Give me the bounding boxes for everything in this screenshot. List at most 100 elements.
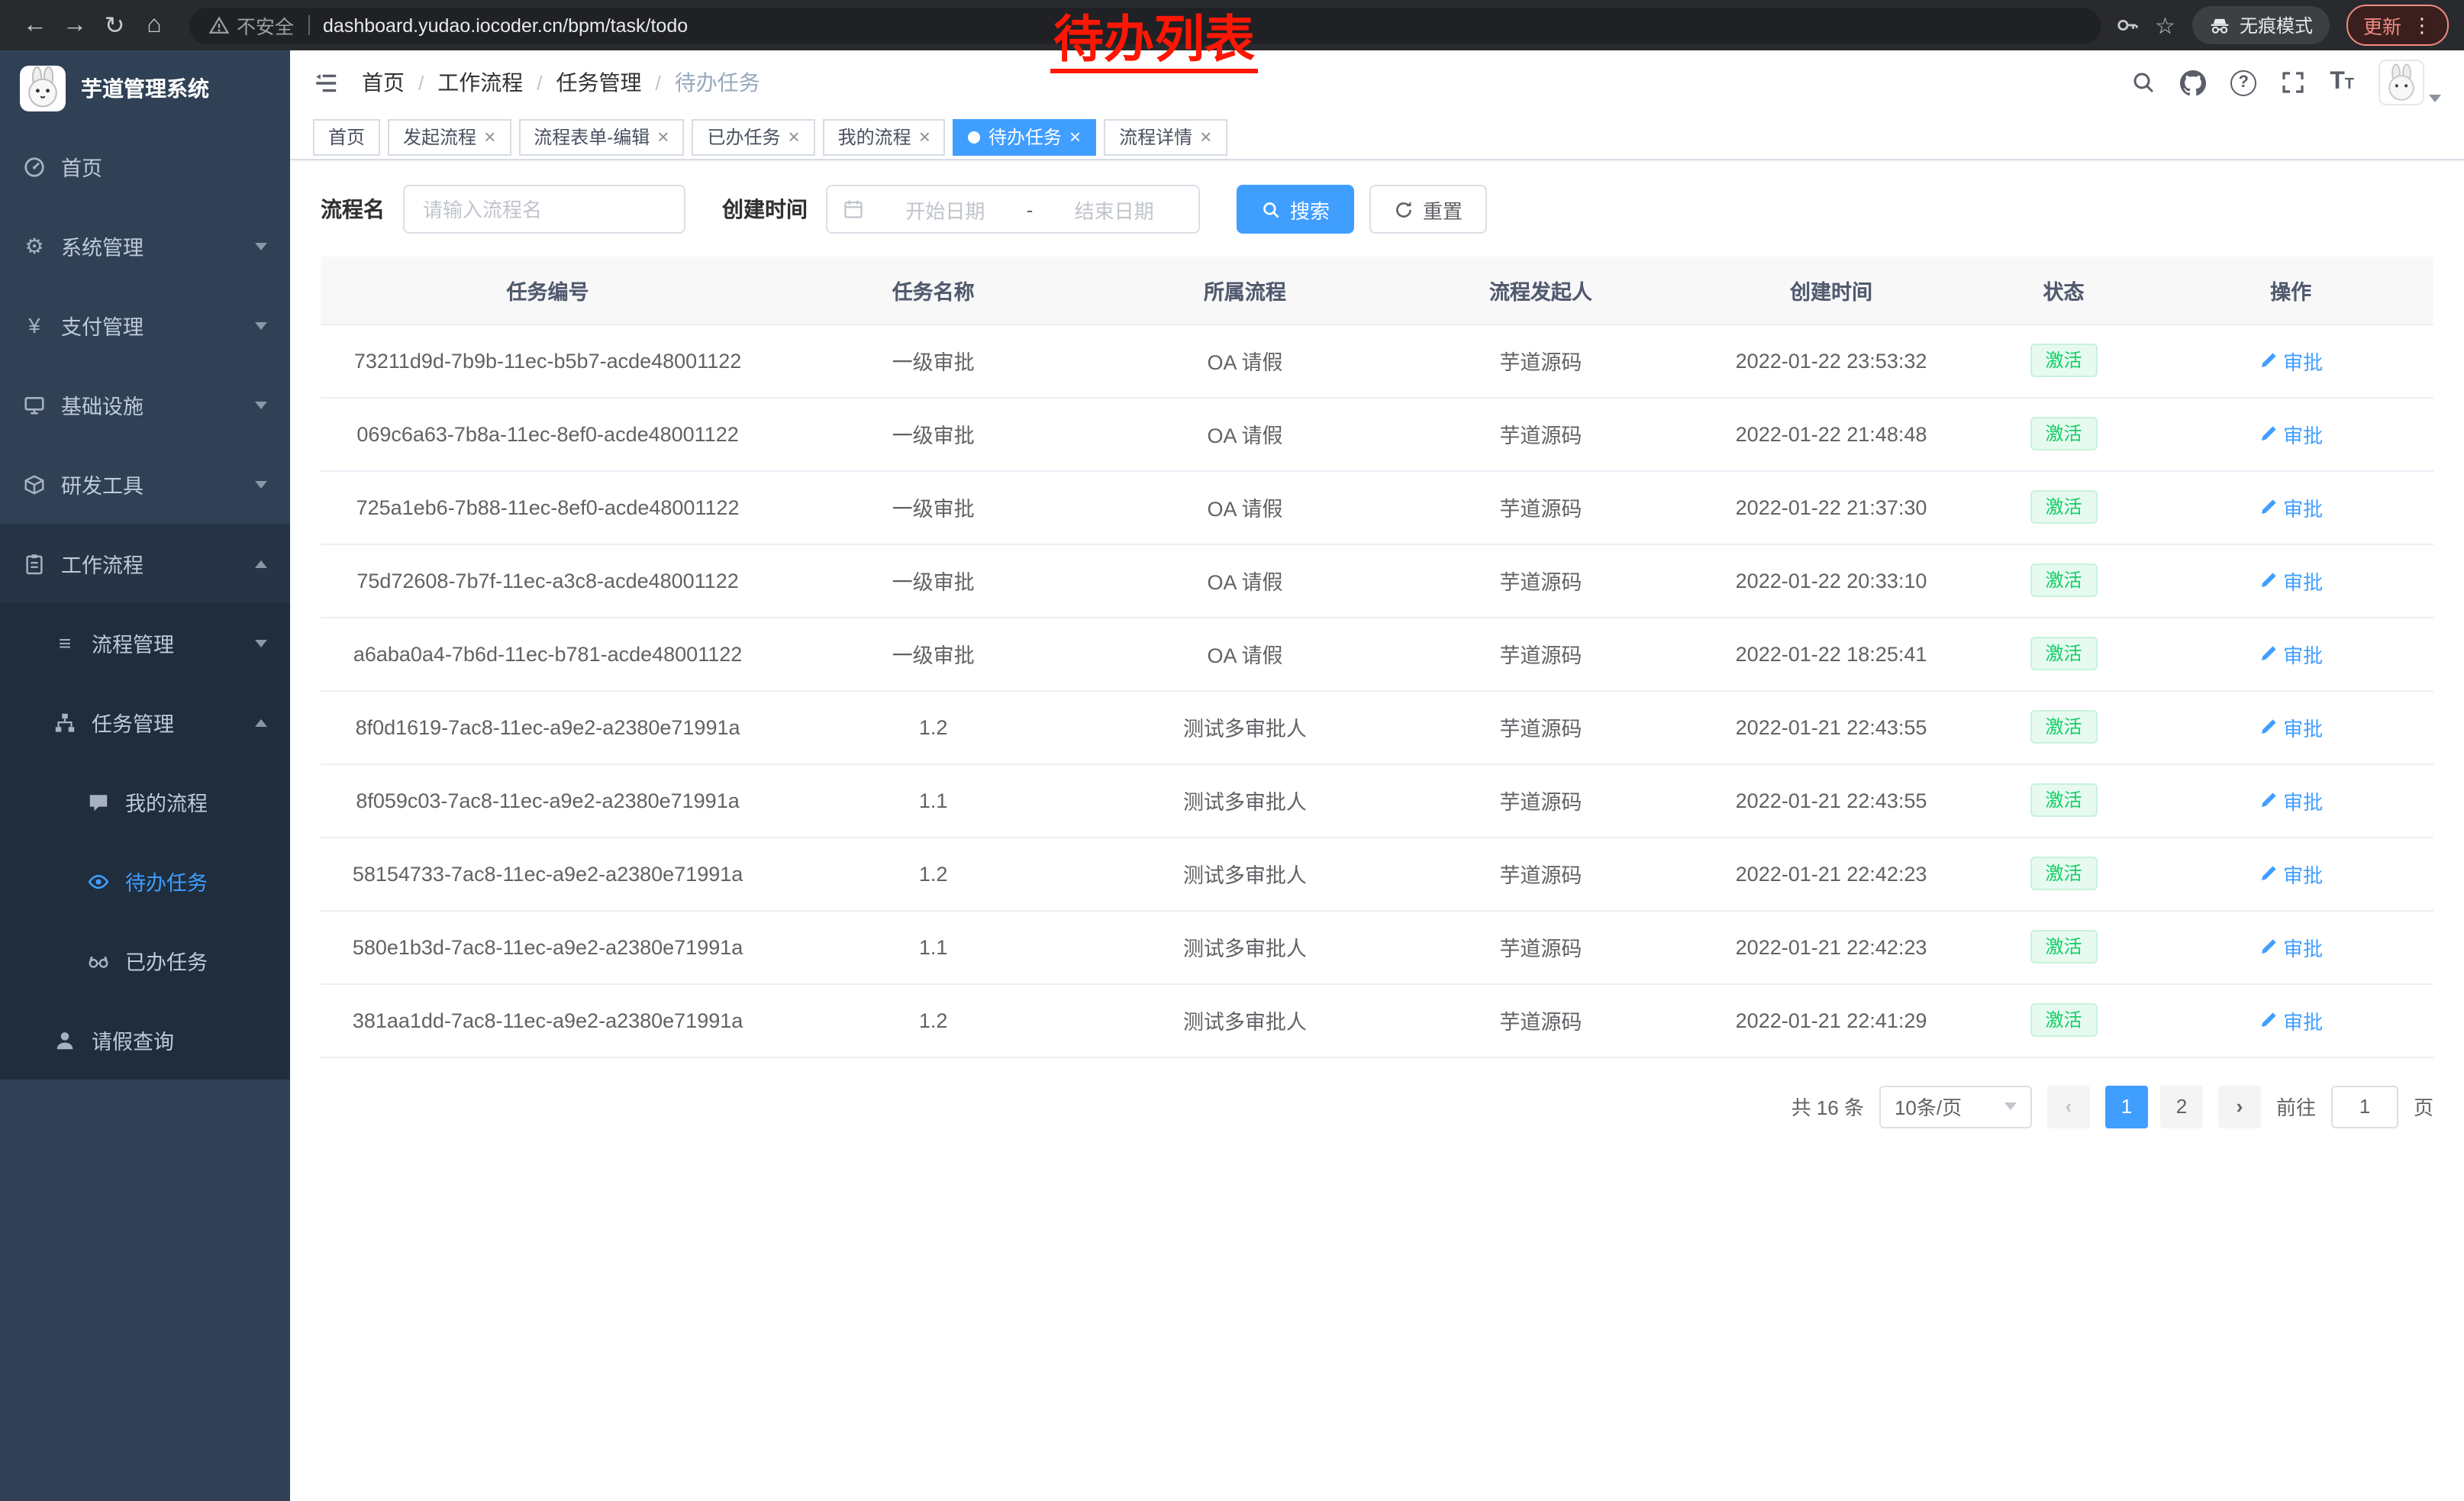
tab-close-icon[interactable]: ×: [657, 127, 669, 147]
sidebar-item-process-management[interactable]: ≡ 流程管理: [0, 603, 290, 683]
page: ← → ↻ ⌂ 不安全 dashboard.yudao.iocoder.cn/b…: [0, 0, 2464, 1501]
cell-created: 2022-01-22 21:37:30: [1683, 470, 1979, 544]
password-key-icon[interactable]: [2115, 14, 2138, 37]
process-name-input[interactable]: [403, 185, 685, 234]
tab-close-icon[interactable]: ×: [484, 127, 495, 147]
update-button[interactable]: 更新 ⋮: [2346, 5, 2449, 46]
breadcrumb-workflow[interactable]: 工作流程: [437, 67, 523, 98]
tab[interactable]: 我的流程×: [823, 118, 946, 155]
search-button[interactable]: 搜索: [1237, 185, 1354, 234]
cell-task-name: 一级审批: [775, 397, 1092, 470]
security-label: 不安全: [237, 11, 294, 40]
tab-label: 待办任务: [989, 124, 1062, 150]
sidebar-item-task-management[interactable]: 任务管理: [0, 683, 290, 762]
gear-icon: ⚙: [21, 233, 47, 259]
browser-reload-icon[interactable]: ↻: [95, 5, 134, 45]
approve-link[interactable]: 审批: [2259, 419, 2323, 448]
incognito-icon: [2209, 15, 2230, 36]
cell-created: 2022-01-22 23:53:32: [1683, 324, 1979, 397]
sidebar-item-home[interactable]: 首页: [0, 127, 290, 206]
approve-link[interactable]: 审批: [2259, 639, 2323, 668]
tab[interactable]: 首页: [313, 118, 380, 155]
sidebar-item-todo-tasks[interactable]: 待办任务: [0, 841, 290, 921]
tab-close-icon[interactable]: ×: [919, 127, 930, 147]
yen-icon: ¥: [21, 313, 47, 337]
sidebar-item-my-processes[interactable]: 我的流程: [0, 762, 290, 841]
tab-close-icon[interactable]: ×: [1200, 127, 1211, 147]
goto-page-input[interactable]: [2331, 1085, 2398, 1128]
font-size-icon[interactable]: TT: [2330, 70, 2354, 95]
tab-label: 流程表单-编辑: [534, 124, 650, 150]
user-menu[interactable]: [2379, 60, 2441, 105]
security-chip[interactable]: 不安全: [209, 11, 294, 40]
search-icon[interactable]: [2131, 70, 2156, 95]
cell-created: 2022-01-21 22:42:23: [1683, 837, 1979, 910]
next-page-button[interactable]: ›: [2218, 1085, 2261, 1128]
browser-back-icon[interactable]: ←: [15, 5, 55, 45]
cell-initiator: 芋道源码: [1398, 983, 1684, 1057]
approve-link[interactable]: 审批: [2259, 1006, 2323, 1035]
sidebar-item-payment-management[interactable]: ¥ 支付管理: [0, 286, 290, 365]
status-badge: 激活: [2030, 710, 2097, 744]
breadcrumb-home[interactable]: 首页: [362, 67, 405, 98]
sidebar-item-system-management[interactable]: ⚙ 系统管理: [0, 206, 290, 286]
approve-link[interactable]: 审批: [2259, 859, 2323, 888]
approve-link[interactable]: 审批: [2259, 712, 2323, 741]
app-logo: [20, 66, 66, 111]
app-logo-row[interactable]: 芋道管理系统: [0, 50, 290, 127]
tab[interactable]: 流程表单-编辑 ×: [518, 118, 684, 155]
tab[interactable]: 待办任务 ×: [953, 118, 1096, 155]
end-date-placeholder: 结束日期: [1045, 195, 1183, 224]
sidebar-item-workflow[interactable]: 工作流程: [0, 524, 290, 603]
cell-task-id: 069c6a63-7b8a-11ec-8ef0-acde48001122: [321, 397, 775, 470]
sidebar-item-leave-query[interactable]: 请假查询: [0, 1000, 290, 1080]
browser-home-icon[interactable]: ⌂: [134, 5, 174, 45]
edit-pencil-icon: [2259, 644, 2277, 663]
eye-icon: [85, 870, 111, 893]
help-icon[interactable]: ?: [2230, 69, 2256, 95]
approve-link[interactable]: 审批: [2259, 786, 2323, 815]
bookmark-star-icon[interactable]: ☆: [2155, 11, 2175, 39]
tab-close-icon[interactable]: ×: [788, 127, 799, 147]
approve-link[interactable]: 审批: [2259, 566, 2323, 595]
sidebar-toggle-icon[interactable]: [313, 69, 339, 95]
status-badge: 激活: [2030, 1003, 2097, 1038]
reset-button[interactable]: 重置: [1369, 185, 1487, 234]
prev-page-button[interactable]: ‹: [2047, 1085, 2090, 1128]
table-row: a6aba0a4-7b6d-11ec-b781-acde48001122一级审批…: [321, 617, 2433, 690]
browser-forward-icon[interactable]: →: [55, 5, 95, 45]
tab[interactable]: 已办任务×: [692, 118, 814, 155]
page-size-select[interactable]: 10条/页: [1879, 1085, 2032, 1128]
start-date-placeholder: 开始日期: [876, 195, 1014, 224]
task-table-body: 73211d9d-7b9b-11ec-b5b7-acde48001122一级审批…: [321, 324, 2433, 1057]
page-button[interactable]: 2: [2160, 1085, 2203, 1128]
table-row: 73211d9d-7b9b-11ec-b5b7-acde48001122一级审批…: [321, 324, 2433, 397]
cell-created: 2022-01-22 21:48:48: [1683, 397, 1979, 470]
sidebar-item-label: 我的流程: [125, 786, 208, 817]
browser-menu-kebab-icon[interactable]: ⋮: [2412, 13, 2432, 37]
main-area: 首页 / 工作流程 / 任务管理 / 待办任务 ?: [290, 50, 2464, 1501]
page-button[interactable]: 1: [2105, 1085, 2148, 1128]
table-row: 8f0d1619-7ac8-11ec-a9e2-a2380e71991a1.2测…: [321, 690, 2433, 763]
github-icon[interactable]: [2180, 69, 2206, 95]
cell-task-name: 一级审批: [775, 617, 1092, 690]
approve-label: 审批: [2283, 1006, 2323, 1035]
breadcrumb-task-management[interactable]: 任务管理: [556, 67, 642, 98]
sidebar-item-dev-tools[interactable]: 研发工具: [0, 444, 290, 524]
tab[interactable]: 发起流程×: [388, 118, 511, 155]
approve-link[interactable]: 审批: [2259, 492, 2323, 521]
sidebar-item-done-tasks[interactable]: 已办任务: [0, 921, 290, 1000]
create-time-range-picker[interactable]: 开始日期 - 结束日期: [826, 185, 1200, 234]
omnibox-divider: [308, 15, 309, 35]
cell-initiator: 芋道源码: [1398, 617, 1684, 690]
active-tab-dot: [969, 131, 981, 143]
tab-close-icon[interactable]: ×: [1069, 127, 1081, 147]
col-initiator: 流程发起人: [1398, 257, 1684, 324]
tab[interactable]: 流程详情×: [1104, 118, 1227, 155]
sidebar-item-infrastructure[interactable]: 基础设施: [0, 365, 290, 444]
navbar-right-tools: ? TT: [2131, 60, 2441, 105]
approve-link[interactable]: 审批: [2259, 932, 2323, 961]
approve-link[interactable]: 审批: [2259, 346, 2323, 375]
fullscreen-icon[interactable]: [2281, 70, 2305, 95]
cell-task-name: 1.2: [775, 983, 1092, 1057]
